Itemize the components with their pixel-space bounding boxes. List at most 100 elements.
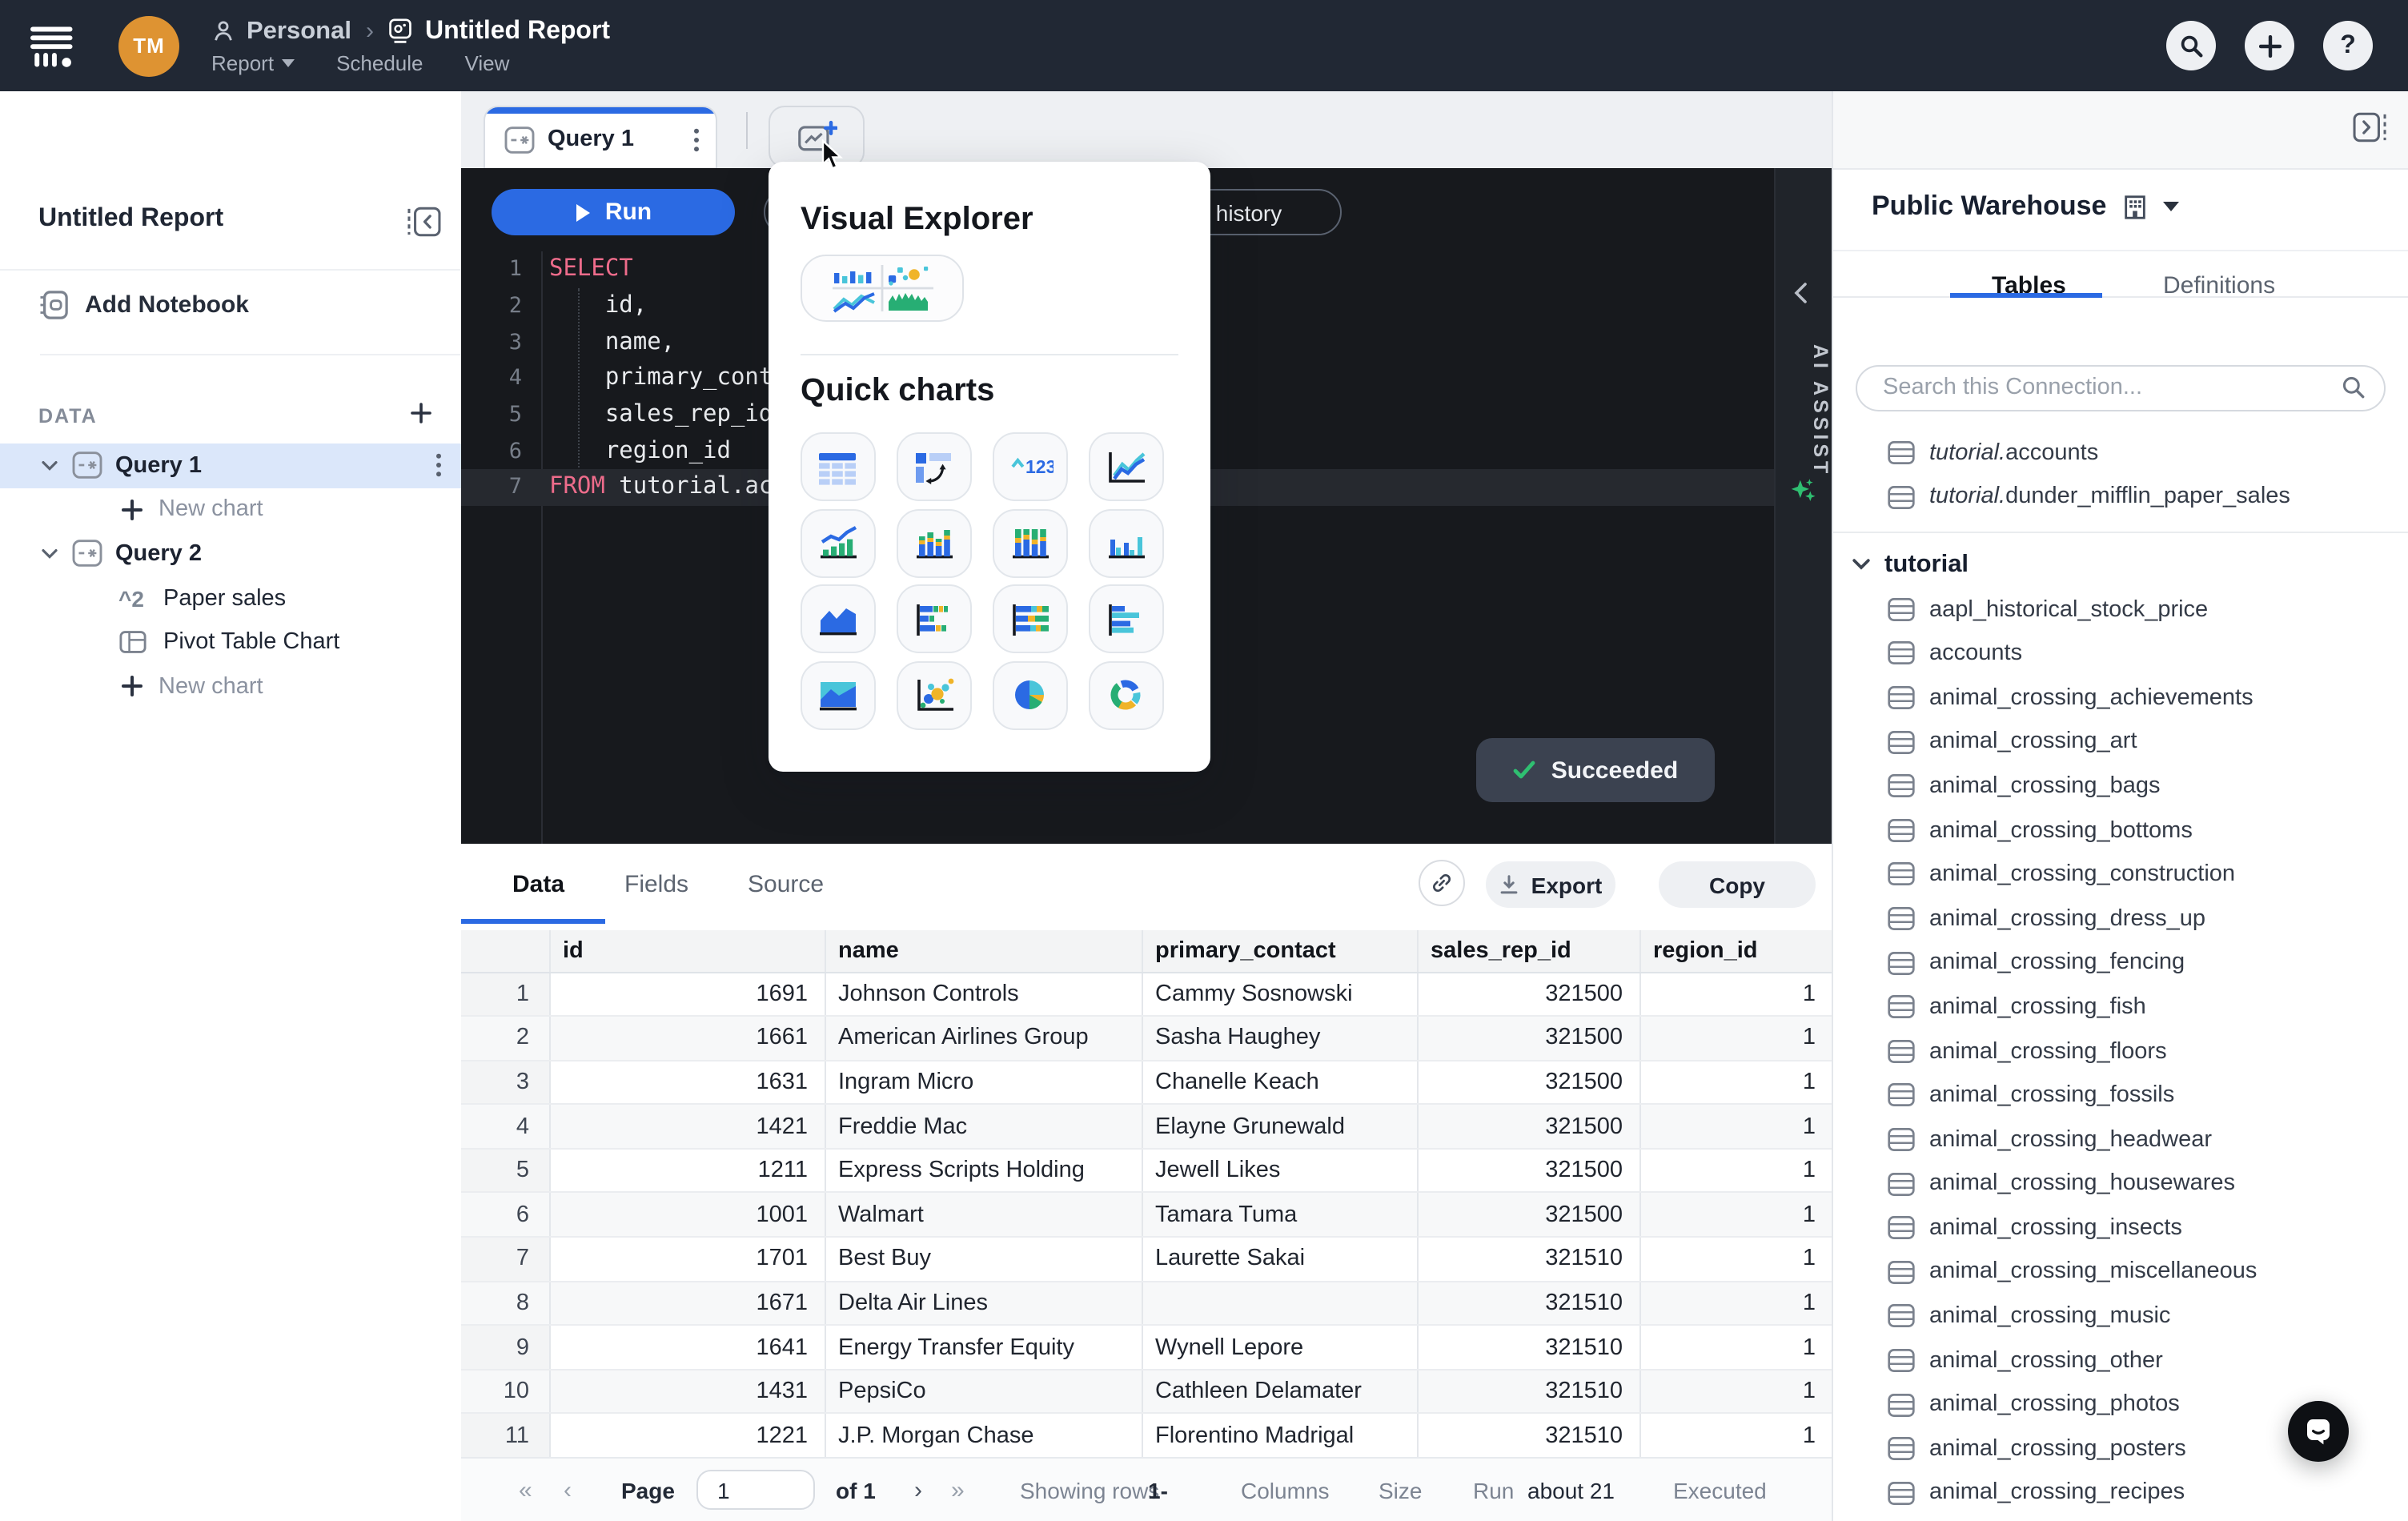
run-button[interactable]: Run — [492, 189, 735, 235]
menu-report[interactable]: Report — [211, 50, 295, 74]
connection-selector[interactable]: Public Warehouse — [1872, 191, 2178, 223]
tab-definitions[interactable]: Definitions — [2163, 272, 2275, 299]
add-button[interactable] — [2245, 21, 2294, 70]
new-chart-tab-button[interactable] — [769, 106, 865, 168]
share-link-button[interactable] — [1419, 860, 1465, 906]
table-item-accounts[interactable]: accounts — [1833, 632, 2408, 676]
column-header-id[interactable]: id — [549, 930, 825, 972]
table-item-animal-crossing-dress-up[interactable]: animal_crossing_dress_up — [1833, 897, 2408, 941]
quick-chart-line-bar-combo-button[interactable] — [801, 508, 875, 577]
table-item-animal-crossing-bags[interactable]: animal_crossing_bags — [1833, 764, 2408, 808]
column-header-primary-contact[interactable]: primary_contact — [1142, 930, 1417, 972]
tab-data[interactable]: Data — [512, 871, 564, 898]
table-row[interactable]: 71701Best BuyLaurette Sakai3215101 — [461, 1237, 1832, 1281]
chevron-down-icon[interactable] — [42, 461, 58, 471]
schema-group-tutorial[interactable]: tutorial — [1833, 543, 2408, 587]
quick-chart-stacked-column-100-button[interactable] — [993, 508, 1067, 577]
sidebar-item-query-2[interactable]: Query 2 — [0, 532, 461, 576]
item-menu-icon[interactable] — [435, 453, 442, 477]
table-item-aapl-historical-stock-price[interactable]: aapl_historical_stock_price — [1833, 588, 2408, 632]
quick-chart-grouped-column-button[interactable] — [1089, 508, 1163, 577]
table-item-animal-crossing-construction[interactable]: animal_crossing_construction — [1833, 853, 2408, 897]
quick-chart-line-button[interactable] — [1089, 432, 1163, 501]
sidebar-item-query-1[interactable]: Query 1 — [0, 443, 461, 488]
tab-source[interactable]: Source — [748, 871, 824, 898]
page-input[interactable] — [696, 1470, 815, 1510]
table-item-animal-crossing-insects[interactable]: animal_crossing_insects — [1833, 1206, 2408, 1250]
table-item-animal-crossing-headwear[interactable]: animal_crossing_headwear — [1833, 1118, 2408, 1162]
copy-button[interactable]: Copy — [1659, 861, 1816, 908]
results-table[interactable]: idnameprimary_contactsales_rep_idregion_… — [461, 930, 1832, 1459]
connection-search[interactable] — [1856, 365, 2386, 411]
quick-chart-table-button[interactable] — [801, 432, 875, 501]
sidebar-item-pivot-table-chart[interactable]: Pivot Table Chart — [0, 620, 461, 664]
tab-query-1[interactable]: Query 1 — [484, 106, 717, 171]
export-button[interactable]: Export — [1486, 861, 1615, 908]
table-row[interactable]: 21661American Airlines GroupSasha Haughe… — [461, 1016, 1832, 1060]
table-row[interactable]: 81671Delta Air Lines3215101 — [461, 1281, 1832, 1325]
last-page-button[interactable]: » — [951, 1476, 965, 1503]
next-page-button[interactable]: › — [914, 1476, 922, 1503]
table-row[interactable]: 31631Ingram MicroChanelle Keach3215001 — [461, 1060, 1832, 1104]
quick-chart-stacked-bar-100-button[interactable] — [993, 584, 1067, 653]
quick-chart-stacked-column-button[interactable] — [897, 508, 971, 577]
mode-logo-icon[interactable] — [29, 23, 77, 68]
quick-chart-stacked-bar-button[interactable] — [897, 584, 971, 653]
quick-chart-area-button[interactable] — [801, 584, 875, 653]
table-item-animal-crossing-art[interactable]: animal_crossing_art — [1833, 720, 2408, 764]
table-item-animal-crossing-achievements[interactable]: animal_crossing_achievements — [1833, 676, 2408, 720]
table-item-animal-crossing-housewares[interactable]: animal_crossing_housewares — [1833, 1162, 2408, 1206]
table-item-animal-crossing-floors[interactable]: animal_crossing_floors — [1833, 1029, 2408, 1073]
prev-page-button[interactable]: ‹ — [564, 1476, 572, 1503]
table-item-animal-crossing-fossils[interactable]: animal_crossing_fossils — [1833, 1074, 2408, 1118]
breadcrumb-report-title[interactable]: Untitled Report — [425, 17, 610, 46]
panel-collapse-button[interactable] — [2352, 112, 2389, 142]
add-query-button[interactable] — [410, 402, 432, 424]
add-notebook-button[interactable]: Add Notebook — [38, 290, 249, 320]
connection-search-input[interactable] — [1880, 374, 2341, 403]
quick-chart-pie-button[interactable] — [993, 660, 1067, 729]
tab-fields[interactable]: Fields — [624, 871, 688, 898]
table-item-animal-crossing-other[interactable]: animal_crossing_other — [1833, 1338, 2408, 1383]
table-row[interactable]: 41421Freddie MacElayne Grunewald3215001 — [461, 1105, 1832, 1149]
table-row[interactable]: 91641Energy Transfer EquityWynell Lepore… — [461, 1326, 1832, 1370]
table-item-animal-crossing-bottoms[interactable]: animal_crossing_bottoms — [1833, 809, 2408, 853]
help-button[interactable]: ? — [2323, 21, 2373, 70]
visual-explorer-button[interactable] — [801, 255, 964, 322]
sidebar-item-paper-sales[interactable]: ^2Paper sales — [0, 576, 461, 620]
quick-chart-grouped-bar-button[interactable] — [1089, 584, 1163, 653]
quick-chart-pivot-table-button[interactable] — [897, 432, 971, 501]
table-item-animal-crossing-miscellaneous[interactable]: animal_crossing_miscellaneous — [1833, 1250, 2408, 1294]
pinned-table-accounts[interactable]: tutorial.accounts — [1833, 431, 2408, 475]
sidebar-item-new-chart[interactable]: New chart — [0, 488, 461, 532]
tab-menu-icon[interactable] — [693, 128, 700, 152]
chat-widget-button[interactable] — [2288, 1401, 2349, 1462]
table-item-animal-crossing-fencing[interactable]: animal_crossing_fencing — [1833, 941, 2408, 985]
first-page-button[interactable]: « — [519, 1476, 532, 1503]
table-row[interactable]: 111221J.P. Morgan ChaseFlorentino Madrig… — [461, 1414, 1832, 1458]
table-item-animal-crossing-recipes[interactable]: animal_crossing_recipes — [1833, 1471, 2408, 1515]
column-header-sales-rep-id[interactable]: sales_rep_id — [1417, 930, 1639, 972]
table-item-animal-crossing-music[interactable]: animal_crossing_music — [1833, 1294, 2408, 1338]
table-item-animal-crossing-fish[interactable]: animal_crossing_fish — [1833, 985, 2408, 1029]
quick-chart-scatter-button[interactable] — [897, 660, 971, 729]
table-row[interactable]: 101431PepsiCoCathleen Delamater3215101 — [461, 1370, 1832, 1414]
breadcrumb-workspace[interactable]: Personal — [247, 17, 351, 46]
sidebar-collapse-button[interactable] — [405, 207, 442, 237]
menu-view[interactable]: View — [465, 50, 510, 74]
quick-chart-stacked-area-100-button[interactable] — [801, 660, 875, 729]
column-header-region-id[interactable]: region_id — [1639, 930, 1832, 972]
column-header-name[interactable]: name — [825, 930, 1142, 972]
table-row[interactable]: 11691Johnson ControlsCammy Sosnowski3215… — [461, 972, 1832, 1016]
chevron-down-icon[interactable] — [42, 549, 58, 559]
table-row[interactable]: 51211Express Scripts HoldingJewell Likes… — [461, 1149, 1832, 1193]
search-button[interactable] — [2166, 21, 2216, 70]
quick-chart-big-number-button[interactable]: 123 — [993, 432, 1067, 501]
pinned-table-dunder-mifflin-paper-sales[interactable]: tutorial.dunder_mifflin_paper_sales — [1833, 475, 2408, 519]
table-row[interactable]: 61001WalmartTamara Tuma3215001 — [461, 1193, 1832, 1237]
avatar[interactable]: TM — [118, 15, 179, 76]
ai-assist-panel[interactable]: AI ASSIST — [1774, 168, 1832, 844]
quick-chart-donut-button[interactable] — [1089, 660, 1163, 729]
sidebar-item-new-chart[interactable]: New chart — [0, 664, 461, 708]
menu-schedule[interactable]: Schedule — [336, 50, 423, 74]
